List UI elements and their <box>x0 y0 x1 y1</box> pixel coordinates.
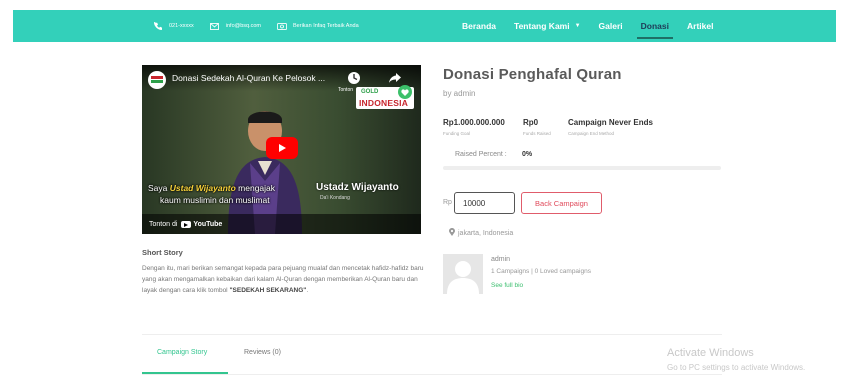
video-speaker-subtitle: Da'i Kondang <box>320 195 350 201</box>
video-speaker-name: Ustadz Wijayanto <box>316 182 399 193</box>
youtube-video-embed[interactable]: Donasi Sedekah Al-Quran Ke Pelosok ... T… <box>142 65 421 234</box>
campaign-title: Donasi Penghafal Quran <box>443 66 622 83</box>
nav-artikel[interactable]: Artikel <box>687 10 713 42</box>
youtube-icon <box>181 221 192 228</box>
activate-windows-title: Activate Windows <box>667 347 754 359</box>
envelope-icon <box>210 22 220 30</box>
nav-beranda[interactable]: Beranda <box>462 10 496 42</box>
currency-label: Rp <box>443 199 452 206</box>
gold-indonesia-badge: GOLD INDONESIA <box>356 85 414 109</box>
short-story-text: Dengan itu, mari berikan semangat kepada… <box>142 265 424 294</box>
raised-progress-bar <box>443 166 721 170</box>
chevron-down-icon: ▼ <box>574 23 581 29</box>
phone-icon <box>153 22 163 30</box>
contact-tagline: Berikan Infaq Terbaik Anda <box>277 22 359 30</box>
campaign-location: jakarta, Indonesia <box>449 228 513 238</box>
raised-percent-value: 0% <box>522 151 533 158</box>
back-campaign-button[interactable]: Back Campaign <box>521 192 602 214</box>
watch-on-youtube-link[interactable]: Tonton di YouTube <box>149 221 222 228</box>
video-caption-line2: kaum muslimin dan muslimat <box>160 195 270 205</box>
top-contact-info: 021-xxxxx info@bsq.com Berikan Infaq Ter… <box>153 10 375 42</box>
donation-amount-input[interactable] <box>454 192 515 214</box>
raised-percent-label: Raised Percent : <box>455 151 507 158</box>
user-silhouette-icon <box>443 254 483 294</box>
author-name[interactable]: admin <box>491 256 510 263</box>
clock-icon[interactable] <box>347 71 361 85</box>
campaign-end-stat: Campaign Never Ends Campaign End Method <box>568 118 653 136</box>
nav-donasi[interactable]: Donasi <box>636 10 674 42</box>
money-icon <box>277 22 288 30</box>
short-story-heading: Short Story <box>142 248 183 257</box>
funds-raised-stat: Rp0 Funds Raised <box>523 118 551 136</box>
funding-goal-stat: Rp1.000.000.000 Funding Goal <box>443 118 505 136</box>
map-pin-icon <box>449 228 455 238</box>
tab-campaign-story[interactable]: Campaign Story <box>157 349 207 356</box>
activate-windows-subtitle: Go to PC settings to activate Windows. <box>667 363 806 372</box>
watch-later-label: Tonton <box>338 87 354 93</box>
heart-icon <box>398 85 412 99</box>
share-icon[interactable] <box>388 71 402 85</box>
nav-tentang-kami[interactable]: Tentang Kami ▼ <box>514 10 581 42</box>
contact-email[interactable]: info@bsq.com <box>210 22 261 30</box>
tab-reviews[interactable]: Reviews (0) <box>244 349 281 356</box>
video-title[interactable]: Donasi Sedekah Al-Quran Ke Pelosok ... <box>172 73 325 83</box>
contact-phone[interactable]: 021-xxxxx <box>153 22 194 30</box>
campaign-author: by admin <box>443 89 476 98</box>
play-button[interactable] <box>266 137 298 159</box>
main-nav: Beranda Tentang Kami ▼ Galeri Donasi Arti… <box>462 10 731 42</box>
channel-logo[interactable] <box>148 71 166 89</box>
top-bar: 021-xxxxx info@bsq.com Berikan Infaq Ter… <box>13 10 836 42</box>
author-avatar[interactable] <box>443 254 483 294</box>
video-caption-line1: Saya Ustad Wijayanto mengajak <box>148 183 276 193</box>
see-full-bio-link[interactable]: See full bio <box>491 282 523 289</box>
author-stats: 1 Campaigns | 0 Loved campaigns <box>491 268 591 275</box>
nav-galeri[interactable]: Galeri <box>599 10 623 42</box>
youtube-logo: YouTube <box>181 221 222 228</box>
